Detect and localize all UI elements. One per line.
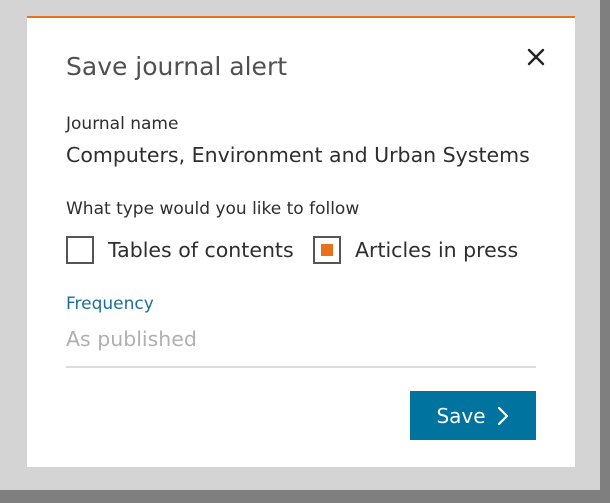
close-button[interactable] (521, 42, 551, 72)
articles-in-press-label: Articles in press (355, 238, 519, 262)
dialog-title: Save journal alert (66, 52, 288, 81)
journal-name-label: Journal name (66, 114, 179, 134)
tables-of-contents-checkbox[interactable] (66, 236, 94, 264)
tables-of-contents-option[interactable]: Tables of contents (66, 234, 294, 266)
articles-in-press-checkbox[interactable] (313, 236, 341, 264)
tables-of-contents-label: Tables of contents (108, 238, 294, 262)
save-journal-alert-dialog: Save journal alert Journal name Computer… (27, 16, 575, 467)
articles-in-press-option[interactable]: Articles in press (313, 234, 518, 266)
journal-name-value: Computers, Environment and Urban Systems (66, 143, 530, 167)
frequency-label: Frequency (66, 294, 154, 314)
save-button-label: Save (436, 403, 486, 428)
save-button[interactable]: Save (410, 391, 536, 440)
close-icon (527, 48, 545, 66)
follow-type-label: What type would you like to follow (66, 199, 360, 219)
frequency-select[interactable]: As published (66, 324, 536, 368)
chevron-right-icon (497, 406, 508, 425)
